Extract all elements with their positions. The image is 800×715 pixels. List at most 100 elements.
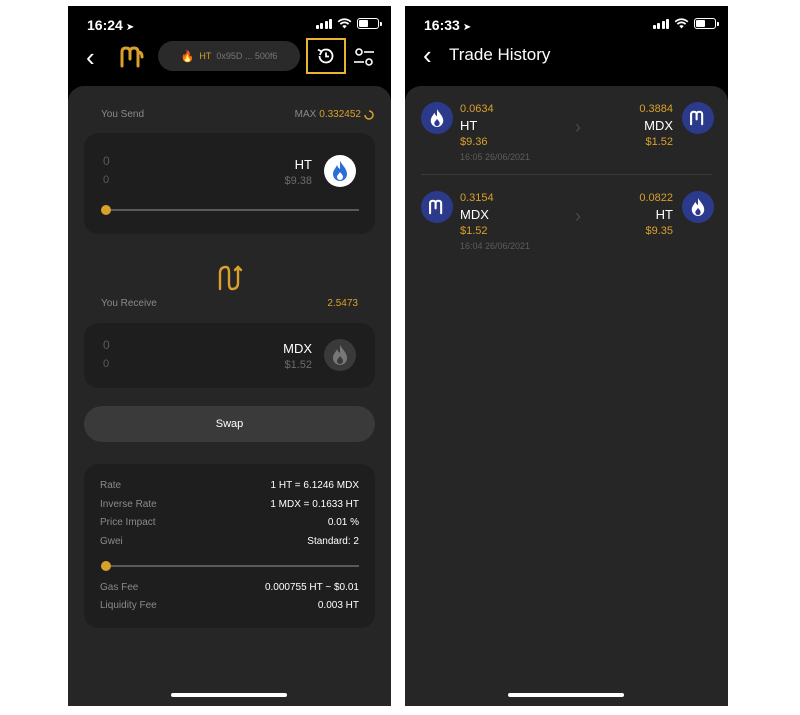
settings-sliders-icon[interactable]: [353, 46, 375, 68]
mdx-logo-glyph: [690, 110, 704, 126]
rate-label: Rate: [100, 480, 122, 491]
price-impact-value: 0.01 %: [327, 517, 359, 528]
gas-fee-value: 0.000755 HT ~ $0.01: [264, 582, 359, 593]
back-chevron-icon[interactable]: ‹: [86, 44, 95, 70]
battery-icon: [357, 18, 382, 29]
receive-token-symbol[interactable]: MDX: [283, 341, 312, 356]
time-text: 16:24: [87, 17, 123, 33]
swap-screen: 16:24 ➤ ‹ 🔥 HT 0x95D ... 500f6 You Send …: [68, 6, 391, 706]
cellular-signal-icon: [315, 18, 332, 29]
gas-fee-row: Gas Fee 0.000755 HT ~ $0.01: [100, 582, 359, 600]
battery-icon: [694, 18, 719, 29]
ht-token-icon[interactable]: [324, 155, 356, 187]
send-amount-input[interactable]: 0: [103, 154, 110, 168]
home-indicator[interactable]: [508, 693, 624, 697]
price-impact-label: Price Impact: [100, 517, 156, 528]
inverse-rate-value: 1 MDX = 0.1633 HT: [270, 499, 359, 510]
ht-token-icon: [682, 191, 714, 223]
mdex-logo-icon: [120, 46, 144, 68]
trade-timestamp: 16:05 26/06/2021: [460, 152, 531, 162]
receive-amount[interactable]: 0: [103, 338, 110, 352]
liquidity-fee-value: 0.003 HT: [317, 600, 359, 611]
receive-token-price: $1.52: [284, 359, 312, 371]
ht-token-icon: [421, 102, 453, 134]
send-token-symbol[interactable]: HT: [295, 157, 312, 172]
time-text: 16:33: [424, 17, 460, 33]
liquidity-fee-row: Liquidity Fee 0.003 HT: [100, 600, 359, 618]
send-amount-slider-thumb[interactable]: [101, 205, 111, 215]
location-icon: ➤: [125, 22, 135, 33]
receive-card: 0 0 MDX $1.52: [84, 323, 375, 388]
swap-details-card: Rate 1 HT = 6.1246 MDX Inverse Rate 1 MD…: [84, 464, 375, 628]
status-bar: 16:33 ➤: [405, 6, 728, 42]
gwei-row: Gwei Standard: 2: [100, 536, 359, 554]
swap-button[interactable]: Swap: [84, 406, 375, 442]
mdx-logo-glyph: [429, 199, 443, 215]
wallet-network: HT: [199, 51, 212, 61]
trade-history-screen: 16:33➤ ‹ Trade History 0.0634 HT $9.36: [405, 6, 728, 706]
row-divider: [421, 174, 712, 175]
gwei-slider-thumb[interactable]: [101, 561, 111, 571]
swap-direction-icon[interactable]: [215, 264, 243, 292]
to-amount: 0.3884: [639, 103, 673, 115]
wallet-address-pill[interactable]: 🔥 HT 0x95D ... 500f6: [158, 41, 300, 71]
wallet-address: 0x95D ... 500f6: [216, 51, 278, 61]
wifi-icon: [674, 18, 689, 29]
from-token: HT: [460, 118, 478, 133]
mdx-flame-glyph: [333, 345, 347, 365]
gwei-slider-track[interactable]: [106, 565, 359, 567]
to-token: MDX: [644, 118, 673, 133]
chevron-right-icon: ›: [575, 206, 581, 226]
history-clock-icon: [317, 48, 334, 64]
ht-flame-icon: 🔥: [180, 50, 195, 63]
inverse-rate-label: Inverse Rate: [100, 499, 157, 510]
receive-amount-usd: 0: [103, 358, 110, 370]
you-receive-label: You Receive: [101, 298, 157, 309]
trade-history-button[interactable]: [306, 38, 346, 74]
send-amount-usd: 0: [103, 174, 110, 186]
rate-row: Rate 1 HT = 6.1246 MDX: [100, 480, 359, 498]
status-time: 16:33 ➤: [424, 17, 471, 33]
max-value: 0.332452: [319, 109, 361, 120]
rate-value: 1 HT = 6.1246 MDX: [270, 480, 359, 491]
status-bar: 16:24 ➤: [68, 6, 391, 42]
receive-estimate: 2.5473: [327, 298, 358, 309]
trade-timestamp: 16:04 26/06/2021: [460, 241, 531, 251]
location-icon: ➤: [462, 22, 472, 33]
home-indicator[interactable]: [171, 693, 287, 697]
from-amount: 0.0634: [460, 103, 494, 115]
ht-flame-glyph: [430, 109, 444, 127]
mdx-token-icon: [682, 102, 714, 134]
liquidity-fee-label: Liquidity Fee: [100, 600, 157, 611]
to-amount: 0.0822: [639, 192, 673, 204]
gwei-value[interactable]: Standard: 2: [307, 536, 359, 547]
chevron-right-icon: ›: [575, 117, 581, 137]
status-time: 16:24 ➤: [87, 17, 134, 33]
trade-row[interactable]: 0.3154 MDX $1.52 16:04 26/06/2021 › 0.08…: [405, 188, 728, 276]
gas-fee-label: Gas Fee: [100, 582, 139, 593]
from-usd: $1.52: [460, 225, 488, 237]
inverse-rate-row: Inverse Rate 1 MDX = 0.1633 HT: [100, 499, 359, 517]
ht-flame-glyph: [333, 161, 347, 181]
to-token: HT: [655, 207, 673, 222]
from-amount: 0.3154: [460, 192, 494, 204]
from-token: MDX: [460, 207, 489, 222]
mdx-token-icon: [421, 191, 453, 223]
to-usd: $1.52: [645, 136, 673, 148]
max-balance[interactable]: MAX 0.332452: [295, 109, 374, 120]
cellular-signal-icon: [652, 18, 669, 29]
gwei-label: Gwei: [100, 536, 123, 547]
you-send-label: You Send: [101, 109, 145, 120]
status-icons: [315, 18, 382, 29]
from-usd: $9.36: [460, 136, 488, 148]
mdx-token-icon[interactable]: [324, 339, 356, 371]
price-impact-row: Price Impact 0.01 %: [100, 517, 359, 535]
loading-spinner-icon: [364, 109, 374, 120]
send-amount-slider-track[interactable]: [106, 209, 359, 211]
back-chevron-icon[interactable]: ‹: [423, 42, 432, 68]
send-token-price: $9.38: [284, 175, 312, 187]
ht-flame-glyph: [691, 198, 705, 216]
send-card: 0 0 HT $9.38: [84, 133, 375, 234]
wifi-icon: [337, 18, 352, 29]
max-label: MAX: [294, 109, 317, 120]
